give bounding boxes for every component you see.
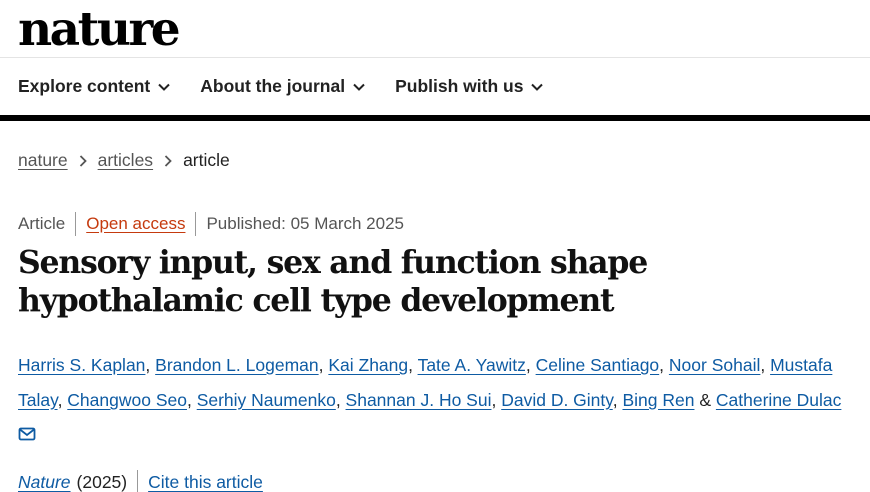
citation-line: Nature (2025) Cite this article: [18, 470, 263, 492]
article-type: Article: [18, 214, 66, 233]
article-title-line-2: hypothalamic cell type development: [18, 282, 615, 319]
breadcrumb: nature articles article: [18, 150, 230, 171]
article-meta: Article Open access Published: 05 March …: [18, 212, 404, 236]
breadcrumb-link-articles[interactable]: articles: [98, 150, 153, 171]
author-link[interactable]: Brandon L. Logeman: [155, 355, 318, 375]
breadcrumb-link-nature[interactable]: nature: [18, 150, 68, 171]
author-link[interactable]: Shannan J. Ho Sui: [346, 390, 492, 410]
chevron-down-icon: [158, 83, 170, 91]
author-link[interactable]: Celine Santiago: [536, 355, 660, 375]
author-link[interactable]: David D. Ginty: [501, 390, 613, 410]
author-link[interactable]: Serhiy Naumenko: [197, 390, 336, 410]
brand-bar: nature: [0, 0, 870, 58]
chevron-down-icon: [531, 83, 544, 91]
article-title-line-1: Sensory input, sex and function shape: [18, 244, 648, 281]
journal-link[interactable]: Nature: [18, 472, 71, 492]
site-header: nature Explore content About the journal…: [0, 0, 870, 121]
meta-divider: [195, 212, 197, 236]
author-link[interactable]: Bing Ren: [622, 390, 694, 410]
meta-divider: [75, 212, 77, 236]
nature-logo[interactable]: nature: [18, 4, 181, 56]
main-nav: Explore content About the journal Publis…: [0, 58, 870, 121]
breadcrumb-current: article: [183, 150, 230, 170]
mail-icon[interactable]: [18, 427, 36, 441]
nav-explore-content[interactable]: Explore content: [18, 76, 170, 97]
chevron-right-icon: [164, 154, 172, 167]
author-link[interactable]: Harris S. Kaplan: [18, 355, 145, 375]
nav-item-label: Explore content: [18, 76, 151, 96]
author-link[interactable]: Kai Zhang: [328, 355, 408, 375]
author-list: Harris S. Kaplan, Brandon L. Logeman, Ka…: [18, 348, 863, 453]
citation-divider: [137, 470, 139, 492]
open-access-link[interactable]: Open access: [86, 214, 185, 234]
nav-item-label: Publish with us: [395, 76, 524, 96]
author-conjunction: &: [699, 390, 712, 410]
nav-publish-with-us[interactable]: Publish with us: [395, 76, 544, 97]
author-link[interactable]: Changwoo Seo: [67, 390, 187, 410]
chevron-right-icon: [79, 154, 87, 167]
author-link[interactable]: Tate A. Yawitz: [418, 355, 526, 375]
author-link-corresponding[interactable]: Catherine Dulac: [716, 390, 841, 410]
cite-this-article-link[interactable]: Cite this article: [148, 472, 263, 492]
nav-item-label: About the journal: [200, 76, 346, 96]
published-date: Published: 05 March 2025: [206, 214, 404, 233]
nav-about-journal[interactable]: About the journal: [200, 76, 365, 97]
author-link[interactable]: Noor Sohail: [669, 355, 760, 375]
article-title: Sensory input, sex and function shape hy…: [18, 244, 848, 320]
chevron-down-icon: [353, 83, 365, 91]
citation-year: (2025): [76, 471, 128, 492]
